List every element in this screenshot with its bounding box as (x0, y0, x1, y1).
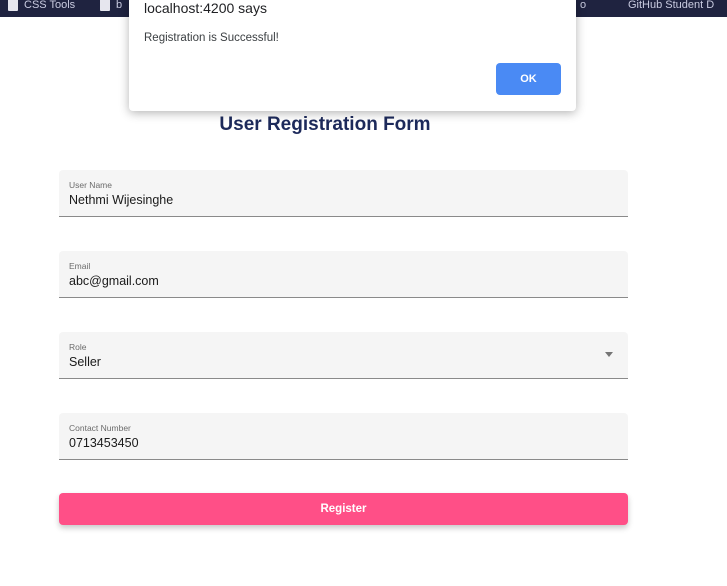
alert-message: Registration is Successful! (144, 32, 279, 44)
page-title: User Registration Form (219, 114, 431, 135)
user-name-label: User Name (69, 180, 112, 190)
bookmark-label: o (580, 0, 587, 11)
contact-number-label: Contact Number (69, 423, 131, 433)
alert-title: localhost:4200 says (144, 0, 267, 16)
user-name-field[interactable]: User Name Nethmi Wijesinghe (59, 170, 628, 217)
email-field[interactable]: Email abc@gmail.com (59, 251, 628, 298)
bookmark-label: b (116, 0, 123, 11)
bookmark-label: GitHub Student D (628, 0, 715, 11)
bookmark-o[interactable]: o (580, 0, 586, 13)
ok-button[interactable]: OK (496, 63, 561, 95)
bookmark-label: CSS Tools (24, 0, 76, 11)
role-select[interactable]: Role Seller (59, 332, 628, 379)
bookmark-github-student[interactable]: GitHub Student D (628, 0, 714, 13)
email-value: abc@gmail.com (69, 274, 159, 288)
bookmark-css-tools[interactable]: CSS Tools (8, 0, 75, 13)
contact-number-field[interactable]: Contact Number 0713453450 (59, 413, 628, 460)
user-name-value: Nethmi Wijesinghe (69, 193, 174, 207)
email-label: Email (69, 261, 91, 271)
contact-number-value: 0713453450 (69, 436, 139, 450)
role-value: Seller (69, 355, 101, 369)
bookmark-b[interactable]: b (100, 0, 122, 13)
page-icon (8, 0, 18, 11)
page-icon (100, 0, 110, 11)
alert-dialog: localhost:4200 says Registration is Succ… (129, 0, 576, 111)
role-label: Role (69, 342, 87, 352)
chevron-down-icon[interactable] (605, 352, 613, 357)
register-button[interactable]: Register (59, 493, 628, 525)
